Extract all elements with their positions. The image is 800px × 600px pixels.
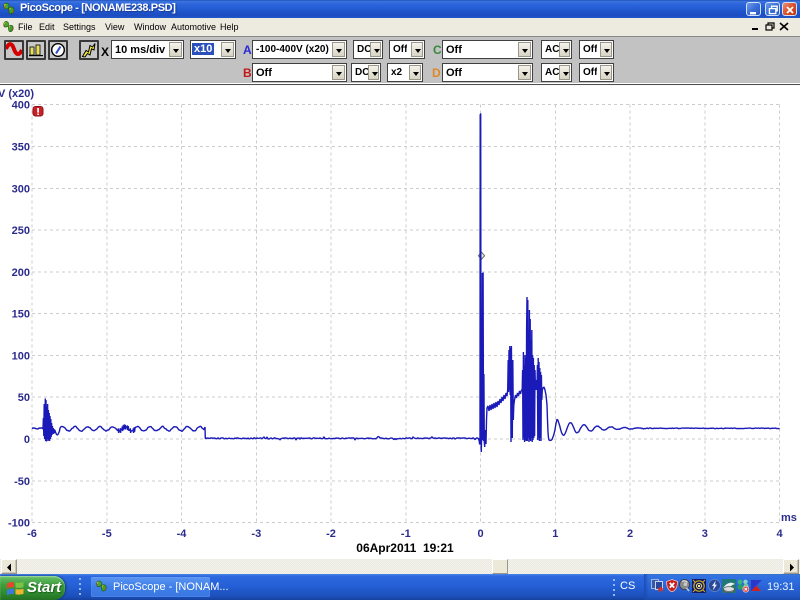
svg-text:400: 400 — [12, 100, 30, 112]
svg-text:3: 3 — [702, 528, 708, 540]
svg-text:-1: -1 — [401, 528, 411, 540]
svg-text:-4: -4 — [177, 528, 188, 540]
svg-text:300: 300 — [12, 183, 30, 195]
svg-text:V (x20): V (x20) — [0, 88, 34, 100]
svg-text:-5: -5 — [102, 528, 112, 540]
svg-text:50: 50 — [18, 392, 30, 404]
svg-text:0: 0 — [478, 528, 484, 540]
svg-text:ms: ms — [781, 512, 797, 524]
svg-text:4: 4 — [777, 528, 784, 540]
svg-text:150: 150 — [12, 309, 30, 321]
svg-text:-50: -50 — [14, 476, 30, 488]
svg-text:0: 0 — [24, 434, 30, 446]
svg-text:-6: -6 — [27, 528, 37, 540]
svg-text:-2: -2 — [326, 528, 336, 540]
svg-text:100: 100 — [12, 351, 30, 363]
svg-text:06Apr2011 19:21: 06Apr2011 19:21 — [356, 541, 454, 555]
svg-text:350: 350 — [12, 142, 30, 154]
svg-text:200: 200 — [12, 267, 30, 279]
svg-text:250: 250 — [12, 225, 30, 237]
svg-text:1: 1 — [552, 528, 558, 540]
svg-text:2: 2 — [627, 528, 633, 540]
svg-text:-3: -3 — [251, 528, 261, 540]
